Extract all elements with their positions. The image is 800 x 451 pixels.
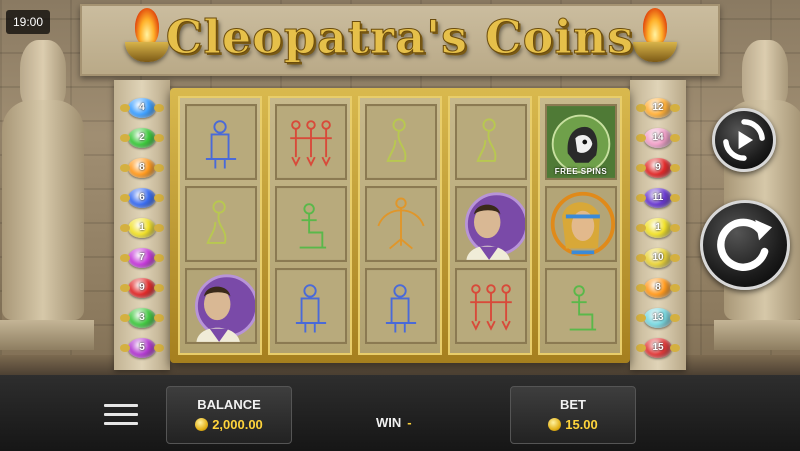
bet-panel[interactable]: BET 15.00 xyxy=(510,386,636,444)
payline-marker-right-7: 8 xyxy=(636,278,680,298)
balance-value: 2,000.00 xyxy=(167,417,291,432)
symbol-cleopatra xyxy=(545,186,617,262)
symbol-roman-emperor xyxy=(455,186,527,262)
symbol-label: FREE SPINS xyxy=(554,167,608,176)
symbol-kneeling-woman xyxy=(365,104,437,180)
payline-marker-left-4: 6 xyxy=(120,188,164,208)
menu-button[interactable] xyxy=(104,404,138,428)
symbol-seated-pharaoh xyxy=(185,104,257,180)
symbol-seated-pharaoh xyxy=(275,268,347,344)
payline-marker-right-9: 15 xyxy=(636,338,680,358)
payline-marker-left-7: 9 xyxy=(120,278,164,298)
symbol-seated-pharaoh xyxy=(365,268,437,344)
game-scene: Cleopatra's Coins 428617935 12 14 9 11 1 10 8 1… xyxy=(0,0,800,451)
payline-marker-right-2: 14 xyxy=(636,128,680,148)
payline-marker-right-6: 10 xyxy=(636,248,680,268)
win-display: WIN - xyxy=(376,415,412,430)
reel-5: FREE SPINS xyxy=(538,96,622,355)
balance-label: BALANCE xyxy=(197,397,261,412)
balance-panel: BALANCE 2,000.00 xyxy=(166,386,292,444)
clock: 19:00 xyxy=(6,10,50,34)
symbol-kneeling-woman xyxy=(185,186,257,262)
autoplay-button[interactable] xyxy=(712,108,776,172)
reel-3 xyxy=(358,96,442,355)
autoplay-icon xyxy=(723,119,765,161)
payline-marker-left-9: 5 xyxy=(120,338,164,358)
payline-marker-left-2: 2 xyxy=(120,128,164,148)
symbol-sitting-figure xyxy=(275,186,347,262)
symbol-three-dancers xyxy=(455,268,527,344)
spin-button[interactable] xyxy=(700,200,790,290)
symbol-free-spins-scatter: FREE SPINS xyxy=(545,104,617,180)
payline-marker-right-8: 13 xyxy=(636,308,680,328)
symbol-three-dancers xyxy=(275,104,347,180)
payline-marker-right-4: 11 xyxy=(636,188,680,208)
left-payline-column: 4 2 8 6 1 7 9 3 5 xyxy=(114,80,170,370)
coin-icon xyxy=(548,418,562,431)
payline-marker-left-1: 4 xyxy=(120,98,164,118)
payline-marker-left-8: 3 xyxy=(120,308,164,328)
left-pharaoh-statue xyxy=(0,40,94,350)
payline-marker-right-5: 1 xyxy=(636,218,680,238)
reel-4 xyxy=(448,96,532,355)
symbol-sky-goddess xyxy=(365,186,437,262)
reel-frame: FREE SPINS xyxy=(170,88,630,363)
bet-label: BET xyxy=(560,397,586,412)
payline-marker-right-1: 12 xyxy=(636,98,680,118)
symbol-sitting-figure xyxy=(545,268,617,344)
symbol-kneeling-woman xyxy=(455,104,527,180)
payline-marker-left-3: 8 xyxy=(120,158,164,178)
win-value: - xyxy=(407,415,412,430)
coin-icon xyxy=(195,418,209,431)
payline-marker-left-6: 7 xyxy=(120,248,164,268)
spin-icon xyxy=(717,218,773,271)
game-title: Cleopatra's Coins xyxy=(165,10,635,65)
win-label: WIN xyxy=(376,415,402,430)
symbol-roman-emperor xyxy=(185,268,257,344)
bet-value: 15.00 xyxy=(511,417,635,432)
right-pharaoh-statue xyxy=(714,40,800,350)
reel-2 xyxy=(268,96,352,355)
right-payline-column: 12 14 9 11 1 10 8 13 15 xyxy=(630,80,686,370)
payline-marker-right-3: 9 xyxy=(636,158,680,178)
payline-marker-left-5: 1 xyxy=(120,218,164,238)
reel-1 xyxy=(178,96,262,355)
